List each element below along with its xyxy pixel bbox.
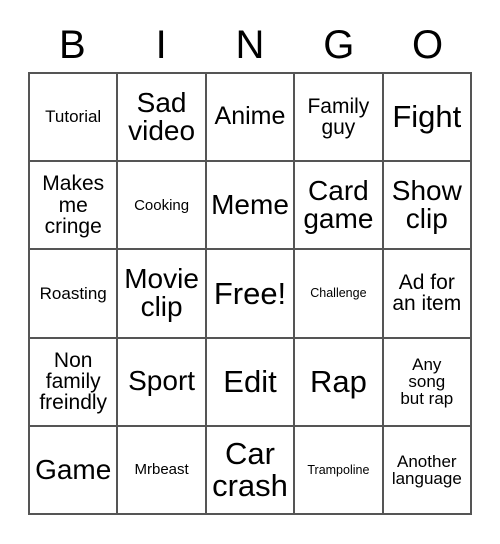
bingo-cell-r3c4[interactable]: Challenge bbox=[295, 250, 384, 339]
bingo-cell-r2c2[interactable]: Cooking bbox=[118, 162, 207, 251]
bingo-cell-label: Anime bbox=[214, 102, 286, 131]
bingo-cell-label: Show clip bbox=[391, 174, 462, 235]
bingo-cell-label: Makes me cringe bbox=[42, 172, 105, 238]
bingo-cell-r3c1[interactable]: Roasting bbox=[30, 250, 119, 339]
bingo-cell-label: Car crash bbox=[212, 436, 288, 503]
bingo-cell-r1c2[interactable]: Sad video bbox=[118, 74, 207, 163]
bingo-cell-r2c3[interactable]: Meme bbox=[206, 162, 296, 251]
bingo-cell-label: Free! bbox=[213, 275, 287, 311]
bingo-cell-label: Ad for an item bbox=[392, 271, 462, 316]
bingo-cell-r1c5[interactable]: Fight bbox=[383, 74, 472, 163]
bingo-header-letter-o: O bbox=[412, 23, 444, 67]
bingo-cell-r5c4[interactable]: Trampoline bbox=[295, 426, 384, 515]
bingo-cell-label: Another language bbox=[391, 451, 462, 488]
bingo-cell-r3c2[interactable]: Movie clip bbox=[118, 250, 207, 339]
bingo-cell-r2c4[interactable]: Card game bbox=[295, 162, 384, 251]
bingo-cell-r2c5[interactable]: Show clip bbox=[383, 162, 472, 251]
bingo-cell-r5c2[interactable]: Mrbeast bbox=[118, 426, 207, 515]
bingo-cell-label: Non family freindly bbox=[39, 348, 108, 415]
bingo-cell-label: Sad video bbox=[128, 86, 196, 147]
bingo-cell-label: Game bbox=[35, 453, 112, 485]
bingo-cell-label: Mrbeast bbox=[134, 461, 189, 479]
bingo-header-row: BINGO bbox=[28, 18, 472, 72]
bingo-cell-label: Challenge bbox=[310, 286, 367, 301]
bingo-cell-r3c5[interactable]: Ad for an item bbox=[383, 250, 472, 339]
bingo-cell-label: Rap bbox=[309, 363, 367, 399]
bingo-free-space-cell[interactable]: Free! bbox=[206, 250, 296, 339]
bingo-cell-r5c5[interactable]: Another language bbox=[383, 426, 472, 515]
bingo-cell-label: Fight bbox=[392, 99, 462, 135]
bingo-cell-r2c1[interactable]: Makes me cringe bbox=[30, 162, 119, 251]
bingo-cell-r4c3[interactable]: Edit bbox=[206, 338, 296, 427]
bingo-cell-r5c3[interactable]: Car crash bbox=[206, 426, 296, 515]
bingo-cell-r4c5[interactable]: Any song but rap bbox=[383, 338, 472, 427]
bingo-cell-label: Any song but rap bbox=[400, 354, 454, 409]
bingo-cell-r1c4[interactable]: Family guy bbox=[295, 74, 384, 163]
bingo-cell-label: Edit bbox=[223, 363, 277, 399]
bingo-cell-label: Sport bbox=[128, 365, 196, 397]
bingo-cell-r5c1[interactable]: Game bbox=[30, 426, 119, 515]
bingo-header-letter-g: G bbox=[323, 23, 355, 67]
bingo-header-letter-i: I bbox=[155, 23, 167, 67]
bingo-cell-label: Tutorial bbox=[45, 107, 102, 127]
bingo-cell-r4c1[interactable]: Non family freindly bbox=[30, 338, 119, 427]
bingo-cell-label: Card game bbox=[303, 174, 374, 235]
bingo-cell-r1c3[interactable]: Anime bbox=[206, 74, 296, 163]
bingo-cell-r1c1[interactable]: Tutorial bbox=[30, 74, 119, 163]
bingo-cell-r4c2[interactable]: Sport bbox=[118, 338, 207, 427]
bingo-cell-label: Family guy bbox=[307, 94, 370, 140]
bingo-cell-label: Cooking bbox=[134, 196, 190, 214]
bingo-header-letter-n: N bbox=[235, 23, 265, 67]
bingo-header-letter-b: B bbox=[59, 23, 86, 67]
bingo-cell-label: Movie clip bbox=[124, 262, 199, 323]
bingo-cell-r4c4[interactable]: Rap bbox=[295, 338, 384, 427]
bingo-cell-label: Trampoline bbox=[307, 462, 370, 477]
bingo-grid: Tutorial Sad video Anime Family guy Fight Mak… bbox=[28, 72, 472, 515]
bingo-cell-label: Roasting bbox=[39, 283, 107, 303]
bingo-card: B I N G O Tutorial Sad video Anime Family guy Fi… bbox=[0, 0, 500, 544]
bingo-cell-label: Meme bbox=[211, 189, 289, 221]
